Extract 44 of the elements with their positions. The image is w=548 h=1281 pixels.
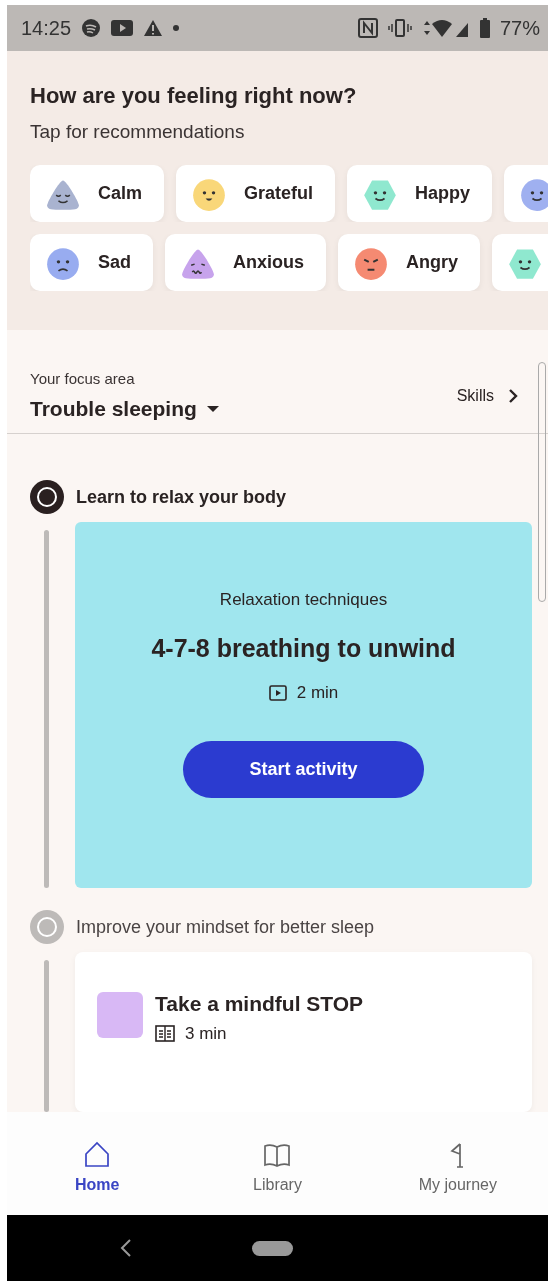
clock: 14:25: [21, 16, 72, 40]
mood-chip[interactable]: Anxious: [165, 234, 327, 291]
nav-tab[interactable]: Home: [32, 1138, 163, 1195]
warning-icon: [143, 19, 164, 37]
activity-category: Relaxation techniques: [219, 590, 388, 610]
activity-title: 4-7-8 breathing to unwind: [151, 634, 456, 663]
video-app-icon: [111, 20, 134, 36]
mood-face-icon: [46, 245, 80, 280]
wifi-signal-icon: [421, 18, 470, 38]
mood-hint: Tap for recommendations: [30, 121, 246, 143]
mood-chip[interactable]: Sad: [30, 234, 153, 291]
nfc-icon: [357, 18, 378, 38]
step-title: Learn to relax your body: [76, 486, 287, 508]
play-icon: [268, 685, 287, 701]
activity-duration: 2 min: [296, 683, 339, 703]
activity-duration: 3 min: [185, 1024, 227, 1044]
music-app-icon: [81, 18, 102, 38]
mood-face-icon: [354, 245, 389, 280]
activity-card[interactable]: Relaxation techniques 4-7-8 breathing to unwind 2 min Start activity: [75, 522, 532, 888]
activity-card[interactable]: Take a mindful STOP 3 min: [75, 952, 532, 1112]
mood-face-icon: [520, 176, 548, 211]
mood-face-icon: [192, 176, 226, 211]
mood-question: How are you feeling right now?: [30, 83, 358, 109]
focus-dropdown[interactable]: Trouble sleeping: [30, 397, 219, 421]
vibrate-icon: [387, 19, 412, 37]
nav-tab[interactable]: My journey: [392, 1138, 523, 1195]
home-pill[interactable]: [252, 1240, 293, 1256]
mood-chip[interactable]: Happy: [347, 165, 493, 222]
step-title: Improve your mindset for better sleep: [76, 916, 375, 938]
mood-chip[interactable]: Calm: [30, 165, 164, 222]
dot-icon: [173, 25, 180, 31]
mood-chip[interactable]: Grateful: [176, 165, 336, 222]
back-icon[interactable]: [120, 1238, 132, 1258]
skills-link[interactable]: Skills: [450, 386, 524, 406]
dropdown-caret-icon: [206, 405, 219, 413]
nav-tab[interactable]: Library: [212, 1138, 343, 1195]
battery-percent: 77%: [499, 16, 540, 40]
book-icon: [155, 1025, 175, 1043]
focus-caption: Your focus area: [30, 370, 136, 387]
mood-chip[interactable]: Angry: [338, 234, 481, 291]
battery-icon: [479, 18, 490, 38]
start-activity-button[interactable]: Start activity: [183, 741, 424, 798]
activity-title: Take a mindful STOP: [155, 992, 364, 1016]
chevron-right-icon: [508, 388, 518, 404]
